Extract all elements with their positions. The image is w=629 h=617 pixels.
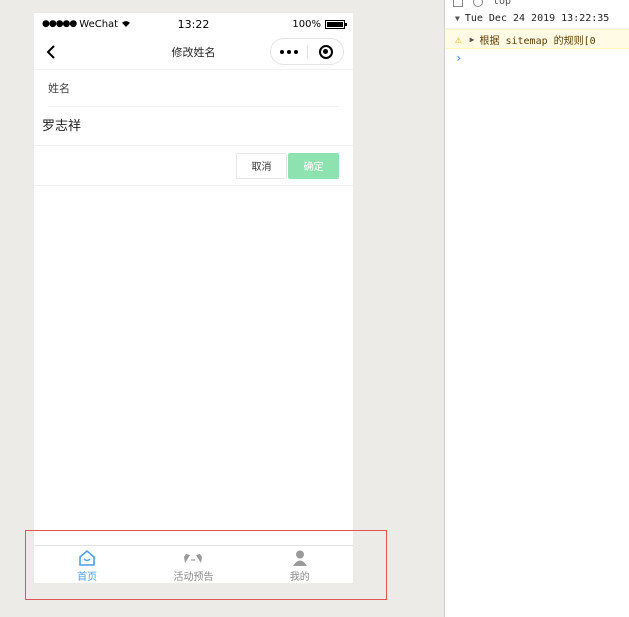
console-prompt-icon[interactable]: ›: [445, 49, 629, 67]
confirm-button[interactable]: 确定: [288, 152, 339, 179]
sidebar-toggle-icon[interactable]: [453, 0, 463, 7]
back-button[interactable]: [38, 39, 64, 65]
close-miniprogram-button[interactable]: [308, 44, 343, 59]
more-button[interactable]: [271, 49, 307, 54]
chevron-left-icon: [46, 45, 55, 59]
nav-bar: 修改姓名: [34, 35, 353, 70]
console-timestamp: Tue Dec 24 2019 13:22:35: [464, 13, 610, 24]
name-field-label: 姓名: [48, 70, 339, 107]
action-row: 取消 确定: [34, 146, 353, 186]
capsule-menu: [270, 38, 344, 65]
target-icon: [318, 44, 333, 59]
expand-triangle-icon[interactable]: ▶: [470, 35, 475, 44]
cancel-button[interactable]: 取消: [236, 152, 287, 179]
context-selector[interactable]: top: [493, 0, 511, 7]
battery-icon: [325, 19, 347, 29]
devtools-console: top ▼ Tue Dec 24 2019 13:22:35 ⚠ ▶ 根据 si…: [444, 0, 629, 617]
console-toolbar: top: [445, 0, 629, 9]
status-bar: ●●●●● WeChat 13:22 100%: [34, 13, 353, 35]
phone-simulator: ●●●●● WeChat 13:22 100% 修改姓名 姓名 罗志祥 取消 确…: [34, 13, 353, 583]
status-time: 13:22: [177, 18, 210, 31]
console-group-header[interactable]: ▼ Tue Dec 24 2019 13:22:35: [445, 9, 629, 29]
name-input[interactable]: 罗志祥: [34, 107, 353, 146]
console-warning[interactable]: ⚠ ▶ 根据 sitemap 的规则[0: [445, 29, 629, 49]
highlight-annotation: [25, 530, 387, 600]
clear-console-icon[interactable]: [473, 0, 483, 7]
collapse-triangle-icon[interactable]: ▼: [455, 14, 460, 23]
warning-icon: ⚠: [455, 32, 462, 46]
warning-message: 根据 sitemap 的规则[0: [479, 35, 596, 47]
